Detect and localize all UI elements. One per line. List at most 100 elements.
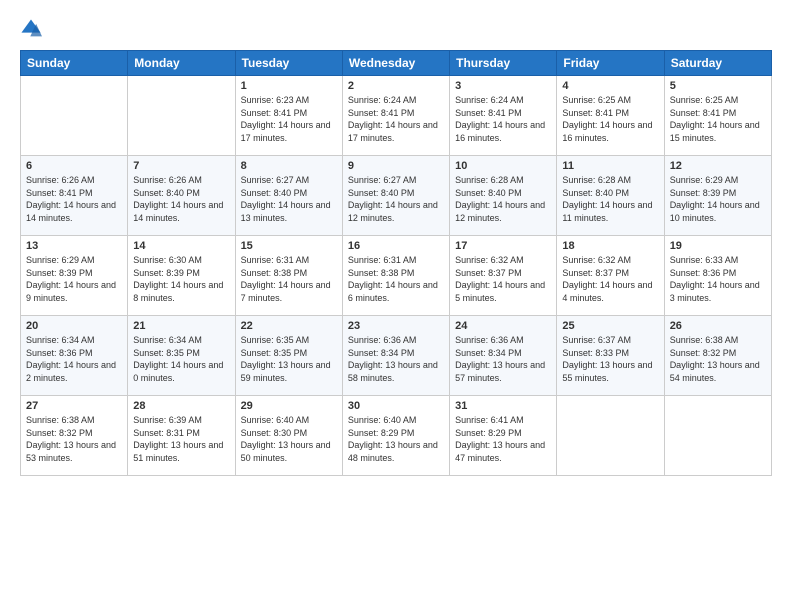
day-info: Sunrise: 6:26 AMSunset: 8:41 PMDaylight:… bbox=[26, 174, 122, 224]
calendar-cell: 24 Sunrise: 6:36 AMSunset: 8:34 PMDayligh… bbox=[450, 316, 557, 396]
days-of-week-row: SundayMondayTuesdayWednesdayThursdayFrid… bbox=[21, 51, 772, 76]
day-info: Sunrise: 6:23 AMSunset: 8:41 PMDaylight:… bbox=[241, 94, 337, 144]
calendar-cell: 22 Sunrise: 6:35 AMSunset: 8:35 PMDayligh… bbox=[235, 316, 342, 396]
calendar-cell: 18Sunrise: 6:32 AMSunset: 8:37 PMDayligh… bbox=[557, 236, 664, 316]
calendar-cell: 3 Sunrise: 6:24 AMSunset: 8:41 PMDaylight… bbox=[450, 76, 557, 156]
calendar-cell: 14 Sunrise: 6:30 AMSunset: 8:39 PMDayligh… bbox=[128, 236, 235, 316]
day-info: Sunrise: 6:36 AMSunset: 8:34 PMDaylight:… bbox=[455, 334, 551, 384]
day-number: 30 bbox=[348, 400, 444, 412]
day-number: 7 bbox=[133, 160, 229, 172]
day-info: Sunrise: 6:28 AMSunset: 8:40 PMDaylight:… bbox=[455, 174, 551, 224]
calendar-body: 1Sunrise: 6:23 AMSunset: 8:41 PMDaylight… bbox=[21, 76, 772, 476]
dow-header: Sunday bbox=[21, 51, 128, 76]
calendar-week: 1Sunrise: 6:23 AMSunset: 8:41 PMDaylight… bbox=[21, 76, 772, 156]
day-info: Sunrise: 6:24 AMSunset: 8:41 PMDaylight:… bbox=[348, 94, 444, 144]
calendar-cell: 27 Sunrise: 6:38 AMSunset: 8:32 PMDayligh… bbox=[21, 396, 128, 476]
dow-header: Thursday bbox=[450, 51, 557, 76]
calendar-cell: 6Sunrise: 6:26 AMSunset: 8:41 PMDaylight… bbox=[21, 156, 128, 236]
day-number: 28 bbox=[133, 400, 229, 412]
calendar-cell: 21 Sunrise: 6:34 AMSunset: 8:35 PMDayligh… bbox=[128, 316, 235, 396]
calendar-cell: 31Sunrise: 6:41 AMSunset: 8:29 PMDayligh… bbox=[450, 396, 557, 476]
day-info: Sunrise: 6:37 AMSunset: 8:33 PMDaylight:… bbox=[562, 334, 658, 384]
day-info: Sunrise: 6:30 AMSunset: 8:39 PMDaylight:… bbox=[133, 254, 229, 304]
calendar-week: 20 Sunrise: 6:34 AMSunset: 8:36 PMDayligh… bbox=[21, 316, 772, 396]
calendar-cell: 15 Sunrise: 6:31 AMSunset: 8:38 PMDayligh… bbox=[235, 236, 342, 316]
calendar-cell: 30 Sunrise: 6:40 AMSunset: 8:29 PMDayligh… bbox=[342, 396, 449, 476]
calendar-cell: 4 Sunrise: 6:25 AMSunset: 8:41 PMDaylight… bbox=[557, 76, 664, 156]
day-info: Sunrise: 6:32 AMSunset: 8:37 PMDaylight:… bbox=[562, 254, 658, 304]
calendar-cell: 28 Sunrise: 6:39 AMSunset: 8:31 PMDayligh… bbox=[128, 396, 235, 476]
day-info: Sunrise: 6:27 AMSunset: 8:40 PMDaylight:… bbox=[348, 174, 444, 224]
day-info: Sunrise: 6:31 AMSunset: 8:38 PMDaylight:… bbox=[348, 254, 444, 304]
day-info: Sunrise: 6:24 AMSunset: 8:41 PMDaylight:… bbox=[455, 94, 551, 144]
calendar-cell: 19 Sunrise: 6:33 AMSunset: 8:36 PMDayligh… bbox=[664, 236, 771, 316]
calendar-cell bbox=[664, 396, 771, 476]
day-number: 22 bbox=[241, 320, 337, 332]
day-info: Sunrise: 6:36 AMSunset: 8:34 PMDaylight:… bbox=[348, 334, 444, 384]
day-number: 4 bbox=[562, 80, 658, 92]
calendar-cell: 10 Sunrise: 6:28 AMSunset: 8:40 PMDayligh… bbox=[450, 156, 557, 236]
day-info: Sunrise: 6:38 AMSunset: 8:32 PMDaylight:… bbox=[26, 414, 122, 464]
calendar-week: 27 Sunrise: 6:38 AMSunset: 8:32 PMDayligh… bbox=[21, 396, 772, 476]
calendar-cell bbox=[128, 76, 235, 156]
calendar-cell bbox=[557, 396, 664, 476]
day-info: Sunrise: 6:29 AMSunset: 8:39 PMDaylight:… bbox=[670, 174, 766, 224]
day-info: Sunrise: 6:28 AMSunset: 8:40 PMDaylight:… bbox=[562, 174, 658, 224]
day-number: 16 bbox=[348, 240, 444, 252]
day-number: 5 bbox=[670, 80, 766, 92]
day-info: Sunrise: 6:35 AMSunset: 8:35 PMDaylight:… bbox=[241, 334, 337, 384]
calendar-cell: 5 Sunrise: 6:25 AMSunset: 8:41 PMDaylight… bbox=[664, 76, 771, 156]
day-info: Sunrise: 6:38 AMSunset: 8:32 PMDaylight:… bbox=[670, 334, 766, 384]
day-number: 25 bbox=[562, 320, 658, 332]
day-info: Sunrise: 6:34 AMSunset: 8:35 PMDaylight:… bbox=[133, 334, 229, 384]
calendar-cell: 11 Sunrise: 6:28 AMSunset: 8:40 PMDayligh… bbox=[557, 156, 664, 236]
day-number: 2 bbox=[348, 80, 444, 92]
day-info: Sunrise: 6:40 AMSunset: 8:29 PMDaylight:… bbox=[348, 414, 444, 464]
day-number: 8 bbox=[241, 160, 337, 172]
day-info: Sunrise: 6:25 AMSunset: 8:41 PMDaylight:… bbox=[670, 94, 766, 144]
day-info: Sunrise: 6:32 AMSunset: 8:37 PMDaylight:… bbox=[455, 254, 551, 304]
day-info: Sunrise: 6:29 AMSunset: 8:39 PMDaylight:… bbox=[26, 254, 122, 304]
calendar-cell: 20 Sunrise: 6:34 AMSunset: 8:36 PMDayligh… bbox=[21, 316, 128, 396]
logo-icon bbox=[20, 18, 42, 40]
day-info: Sunrise: 6:40 AMSunset: 8:30 PMDaylight:… bbox=[241, 414, 337, 464]
day-info: Sunrise: 6:33 AMSunset: 8:36 PMDaylight:… bbox=[670, 254, 766, 304]
day-number: 23 bbox=[348, 320, 444, 332]
dow-header: Monday bbox=[128, 51, 235, 76]
day-info: Sunrise: 6:26 AMSunset: 8:40 PMDaylight:… bbox=[133, 174, 229, 224]
calendar-cell: 17 Sunrise: 6:32 AMSunset: 8:37 PMDayligh… bbox=[450, 236, 557, 316]
day-number: 3 bbox=[455, 80, 551, 92]
day-number: 14 bbox=[133, 240, 229, 252]
calendar-cell: 13 Sunrise: 6:29 AMSunset: 8:39 PMDayligh… bbox=[21, 236, 128, 316]
calendar-cell: 1Sunrise: 6:23 AMSunset: 8:41 PMDaylight… bbox=[235, 76, 342, 156]
calendar-cell bbox=[21, 76, 128, 156]
calendar-cell: 23 Sunrise: 6:36 AMSunset: 8:34 PMDayligh… bbox=[342, 316, 449, 396]
day-number: 13 bbox=[26, 240, 122, 252]
day-info: Sunrise: 6:34 AMSunset: 8:36 PMDaylight:… bbox=[26, 334, 122, 384]
day-number: 15 bbox=[241, 240, 337, 252]
day-number: 12 bbox=[670, 160, 766, 172]
calendar-week: 13 Sunrise: 6:29 AMSunset: 8:39 PMDayligh… bbox=[21, 236, 772, 316]
day-number: 11 bbox=[562, 160, 658, 172]
day-number: 20 bbox=[26, 320, 122, 332]
calendar-week: 6Sunrise: 6:26 AMSunset: 8:41 PMDaylight… bbox=[21, 156, 772, 236]
day-number: 21 bbox=[133, 320, 229, 332]
day-info: Sunrise: 6:39 AMSunset: 8:31 PMDaylight:… bbox=[133, 414, 229, 464]
day-number: 27 bbox=[26, 400, 122, 412]
dow-header: Saturday bbox=[664, 51, 771, 76]
day-info: Sunrise: 6:27 AMSunset: 8:40 PMDaylight:… bbox=[241, 174, 337, 224]
calendar-cell: 9Sunrise: 6:27 AMSunset: 8:40 PMDaylight… bbox=[342, 156, 449, 236]
calendar-cell: 12 Sunrise: 6:29 AMSunset: 8:39 PMDayligh… bbox=[664, 156, 771, 236]
day-number: 29 bbox=[241, 400, 337, 412]
day-number: 10 bbox=[455, 160, 551, 172]
calendar-cell: 26Sunrise: 6:38 AMSunset: 8:32 PMDayligh… bbox=[664, 316, 771, 396]
day-number: 19 bbox=[670, 240, 766, 252]
calendar-cell: 16 Sunrise: 6:31 AMSunset: 8:38 PMDayligh… bbox=[342, 236, 449, 316]
day-info: Sunrise: 6:25 AMSunset: 8:41 PMDaylight:… bbox=[562, 94, 658, 144]
calendar: SundayMondayTuesdayWednesdayThursdayFrid… bbox=[20, 50, 772, 476]
day-info: Sunrise: 6:31 AMSunset: 8:38 PMDaylight:… bbox=[241, 254, 337, 304]
day-number: 24 bbox=[455, 320, 551, 332]
dow-header: Friday bbox=[557, 51, 664, 76]
day-number: 17 bbox=[455, 240, 551, 252]
day-number: 31 bbox=[455, 400, 551, 412]
